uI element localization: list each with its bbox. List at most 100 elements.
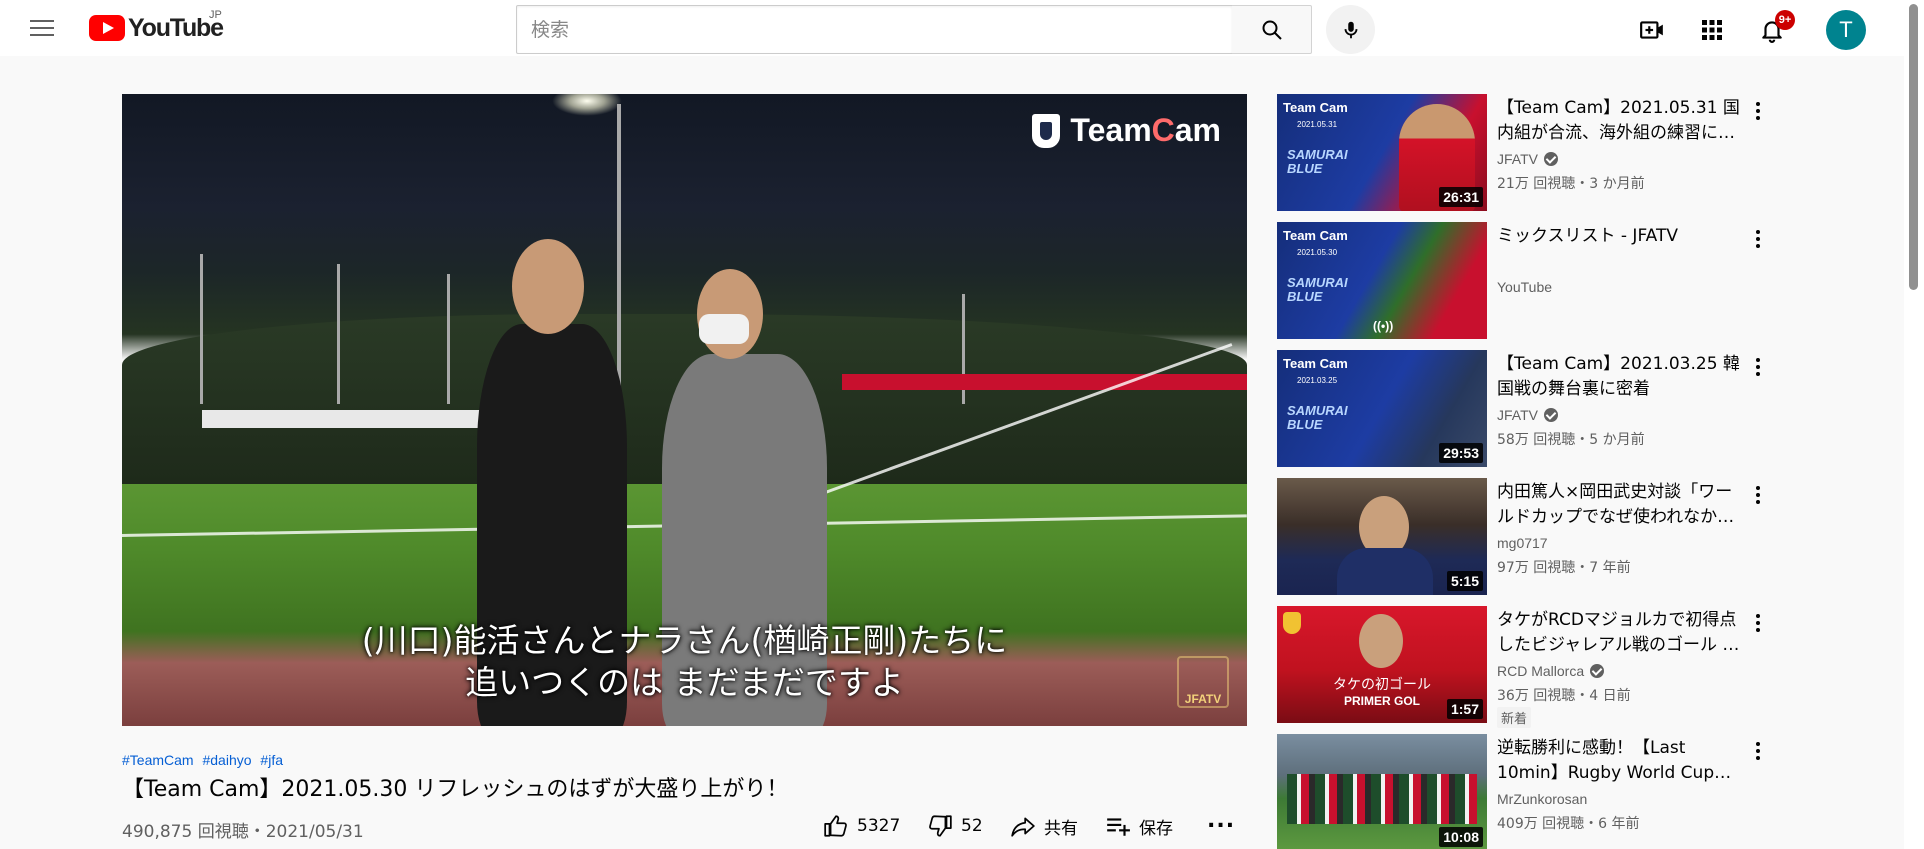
hashtag-link[interactable]: #daihyo <box>202 752 251 768</box>
more-vert-icon[interactable] <box>1753 612 1763 634</box>
voice-search-button[interactable] <box>1326 5 1375 54</box>
scene-person-left-head <box>512 239 584 334</box>
jfatv-corner-logo: JFATV <box>1177 656 1229 708</box>
video-thumbnail[interactable]: Team Cam 2021.03.25 SAMURAI BLUE 29:53 <box>1277 350 1487 467</box>
more-vert-icon[interactable] <box>1753 100 1763 122</box>
more-vert-icon[interactable] <box>1753 484 1763 506</box>
dislike-button[interactable]: 52 <box>927 813 983 839</box>
video-duration: 5:15 <box>1446 571 1483 591</box>
thumbs-up-icon <box>824 815 847 837</box>
scene-pole <box>617 104 621 404</box>
like-button[interactable]: 5327 <box>823 813 900 839</box>
video-thumbnail[interactable]: 10:08 <box>1277 734 1487 849</box>
view-count-age: 21万 回視聴・3 か月前 <box>1497 176 1645 192</box>
share-label: 共有 <box>1044 818 1078 839</box>
hashtag-link[interactable]: #jfa <box>260 752 283 768</box>
thumbnail-figure <box>1337 548 1433 595</box>
video-view-count-date: 490,875 回視聴・2021/05/31 <box>122 822 364 842</box>
account-avatar[interactable]: T <box>1826 10 1866 50</box>
more-vert-icon[interactable] <box>1753 228 1763 250</box>
youtube-logo[interactable]: YouTube JP <box>89 9 224 42</box>
share-arrow-icon <box>1011 817 1035 837</box>
create-video-icon[interactable] <box>1638 16 1666 44</box>
channel-name[interactable]: JFATV <box>1497 151 1558 167</box>
recommended-video-title[interactable]: タケがRCDマジョルカで初得点したビジャレアル戦のゴール … <box>1497 608 1747 658</box>
apps-grid-icon[interactable] <box>1698 16 1726 44</box>
save-label: 保存 <box>1139 818 1173 839</box>
notification-count-badge: 9+ <box>1775 10 1795 30</box>
recommended-mix[interactable]: Team Cam 2021.05.30 SAMURAI BLUE ((•)) ミッ… <box>1277 222 1777 340</box>
scrollbar-thumb[interactable] <box>1909 4 1918 290</box>
recommended-video-title[interactable]: 内田篤人×岡田武史対談「ワールドカップでなぜ使われなか… <box>1497 480 1747 530</box>
more-actions-button[interactable]: ... <box>1207 808 1235 833</box>
region-code: JP <box>209 9 222 21</box>
jfa-crest-icon <box>1032 113 1061 148</box>
thumbnail-crowd <box>1287 774 1477 824</box>
thumbnail-face <box>1359 614 1403 668</box>
verified-check-icon <box>1543 408 1558 422</box>
video-title: 【Team Cam】2021.05.30 リフレッシュのはずが大盛り上がり！ <box>122 777 789 802</box>
view-count-age: 58万 回視聴・5 か月前 <box>1497 432 1645 448</box>
hamburger-menu-icon[interactable] <box>30 16 54 40</box>
recommended-video[interactable]: 10:08 逆転勝利に感動！【Last 10min】Rugby World Cu… <box>1277 734 1777 849</box>
more-horizontal-icon: ... <box>1207 808 1236 833</box>
scene-pole <box>337 264 340 404</box>
video-duration: 1:57 <box>1446 699 1483 719</box>
dislike-count: 52 <box>961 816 983 836</box>
search-button[interactable] <box>1232 5 1312 54</box>
recommended-video[interactable]: Team Cam 2021.05.31 SAMURAI BLUE 26:31 【T… <box>1277 94 1777 212</box>
recommended-video[interactable]: タケの初ゴール PRIMER GOL 1:57 タケがRCDマジョルカで初得点し… <box>1277 606 1777 728</box>
video-thumbnail[interactable]: Team Cam 2021.05.30 SAMURAI BLUE ((•)) <box>1277 222 1487 339</box>
search-input[interactable] <box>517 6 1232 53</box>
channel-name[interactable]: MrZunkorosan <box>1497 791 1587 807</box>
mix-radio-icon: ((•)) <box>1373 319 1394 333</box>
video-duration: 10:08 <box>1439 827 1483 847</box>
channel-name[interactable]: mg0717 <box>1497 535 1548 551</box>
video-duration: 29:53 <box>1439 443 1483 463</box>
scene-floodlight <box>552 94 622 116</box>
share-button[interactable]: 共有 <box>1010 813 1078 839</box>
video-duration: 26:31 <box>1439 187 1483 207</box>
recommended-video-title[interactable]: 【Team Cam】2021.03.25 韓国戦の舞台裏に密着 <box>1497 352 1747 402</box>
verified-check-icon <box>1590 664 1605 678</box>
recommended-video[interactable]: Team Cam 2021.03.25 SAMURAI BLUE 29:53 【T… <box>1277 350 1777 468</box>
subtitle-line-2: 追いつくのは まだまだですよ <box>465 663 904 702</box>
search-box <box>516 5 1233 54</box>
like-count: 5327 <box>857 816 901 836</box>
video-thumbnail[interactable]: Team Cam 2021.05.31 SAMURAI BLUE 26:31 <box>1277 94 1487 211</box>
recommended-video-title[interactable]: ミックスリスト - JFATV <box>1497 224 1747 249</box>
verified-check-icon <box>1543 152 1558 166</box>
club-crest-icon <box>1283 612 1301 634</box>
masthead: YouTube JP 9+ T <box>0 0 1904 56</box>
scene-face-mask <box>699 314 749 344</box>
view-count-age: 97万 回視聴・7 年前 <box>1497 560 1631 576</box>
recommended-video-title[interactable]: 【Team Cam】2021.05.31 国内組が合流、海外組の練習に… <box>1497 96 1747 146</box>
hashtag-link[interactable]: #TeamCam <box>122 752 194 768</box>
video-thumbnail[interactable]: 5:15 <box>1277 478 1487 595</box>
channel-name[interactable]: YouTube <box>1497 279 1552 295</box>
hashtag-list: #TeamCam #daihyo #jfa <box>122 752 288 768</box>
youtube-play-icon <box>89 15 125 41</box>
recommended-video-title[interactable]: 逆転勝利に感動！【Last 10min】Rugby World Cup… <box>1497 736 1747 786</box>
microphone-icon <box>1344 21 1357 38</box>
more-vert-icon[interactable] <box>1753 740 1763 762</box>
subtitle-line-1: (川口)能活さんとナラさん(楢崎正剛)たちに <box>361 621 1008 660</box>
search-icon <box>1262 20 1282 40</box>
channel-name[interactable]: RCD Mallorca <box>1497 663 1605 679</box>
recommended-video[interactable]: 5:15 内田篤人×岡田武史対談「ワールドカップでなぜ使われなか… mg0717… <box>1277 478 1777 596</box>
more-vert-icon[interactable] <box>1753 356 1763 378</box>
view-count-age: 36万 回視聴・4 日前 <box>1497 688 1631 704</box>
scene-adboard <box>842 374 1247 390</box>
thumbs-down-icon <box>929 815 952 837</box>
new-badge: 新着 <box>1497 707 1532 728</box>
video-thumbnail[interactable]: タケの初ゴール PRIMER GOL 1:57 <box>1277 606 1487 723</box>
video-player[interactable]: Team Cam (川口)能活さんとナラさん(楢崎正剛)たちに 追いつくのは ま… <box>122 94 1247 726</box>
view-count-age: 409万 回視聴・6 年前 <box>1497 816 1640 832</box>
scene-pole <box>200 254 203 404</box>
save-button[interactable]: 保存 <box>1105 813 1173 839</box>
page-scrollbar[interactable] <box>1904 0 1924 849</box>
playlist-add-icon <box>1107 818 1130 836</box>
channel-name[interactable]: JFATV <box>1497 407 1558 423</box>
team-cam-watermark: Team Cam <box>1032 112 1221 149</box>
scene-pole <box>447 274 450 404</box>
